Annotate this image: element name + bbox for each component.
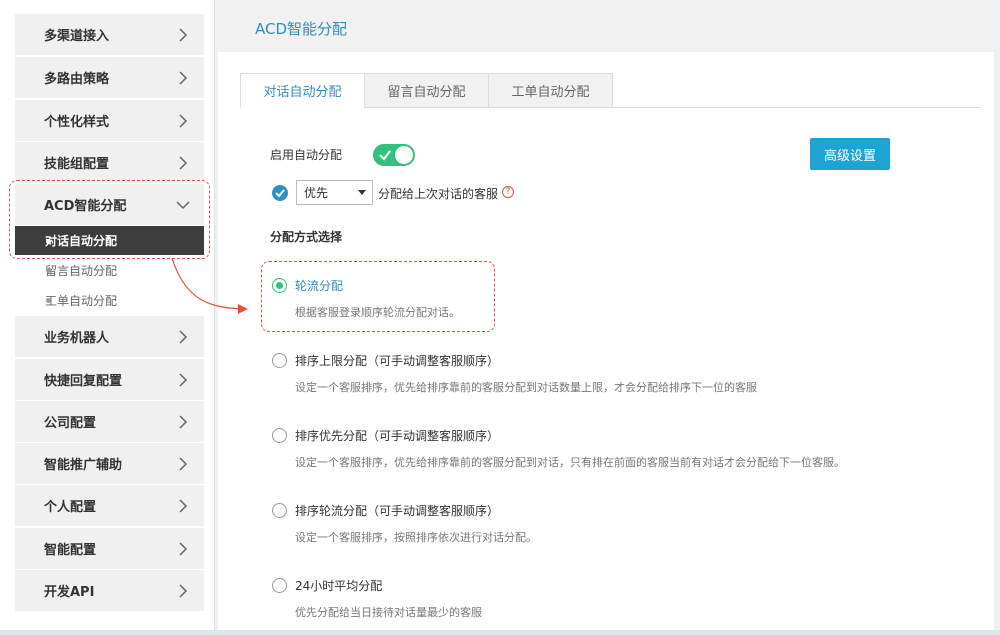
- main-panel: ACD智能分配 对话自动分配 留言自动分配 工单自动分配 启用自动分配 高级设置…: [218, 0, 994, 635]
- option-title: 排序轮流分配（可手动调整客服顺序）: [295, 504, 500, 518]
- option-order-round-robin[interactable]: 排序轮流分配（可手动调整客服顺序） 设定一个客服排序，按照排序依次进行对话分配。: [272, 502, 932, 552]
- chevron-right-icon: [179, 70, 188, 85]
- sidebar-item-bot[interactable]: 业务机器人: [15, 316, 204, 357]
- sidebar-item-label: 公司配置: [44, 416, 97, 431]
- radio[interactable]: [272, 428, 287, 443]
- option-title: 24小时平均分配: [295, 579, 383, 593]
- check-icon: [379, 150, 391, 161]
- tab-message-assign[interactable]: 留言自动分配: [364, 73, 489, 108]
- sidebar-item-promotion[interactable]: 智能推广辅助: [15, 443, 204, 484]
- tab-chat-assign[interactable]: 对话自动分配: [240, 73, 365, 108]
- option-desc: 设定一个客服排序，优先给排序靠前的客服分配到对话，只有排在前面的客服当前有对话才…: [295, 456, 845, 469]
- sidebar-item-label: 快捷回复配置: [44, 374, 123, 389]
- sidebar-item-personal[interactable]: 个人配置: [15, 485, 204, 526]
- prefer-select-value: 优先: [304, 186, 329, 200]
- section-title: 分配方式选择: [270, 230, 343, 244]
- sidebar-item-smart[interactable]: 智能配置: [15, 528, 204, 569]
- option-title: 排序优先分配（可手动调整客服顺序）: [295, 429, 500, 443]
- sidebar-item-label: 多渠道接入: [44, 29, 110, 44]
- radio[interactable]: [272, 503, 287, 518]
- sidebar-item-label: 个人配置: [44, 500, 97, 515]
- advanced-settings-button[interactable]: 高级设置: [810, 138, 890, 170]
- sidebar-item-routing[interactable]: 多路由策略: [15, 57, 204, 98]
- sidebar-item-label: 智能推广辅助: [44, 458, 123, 473]
- toggle-knob: [395, 146, 413, 164]
- option-title: 排序上限分配（可手动调整客服顺序）: [295, 354, 500, 368]
- chevron-right-icon: [179, 329, 188, 344]
- sidebar-item-style[interactable]: 个性化样式: [15, 100, 204, 141]
- option-desc: 根据客服登录顺序轮流分配对话。: [295, 306, 460, 319]
- sidebar-subitem-ticket-assign[interactable]: 工单自动分配: [15, 286, 204, 314]
- chevron-right-icon: [179, 456, 188, 471]
- checkbox-checked-icon[interactable]: [272, 185, 288, 201]
- option-desc: 优先分配给当日接待对话量最少的客服: [295, 606, 482, 619]
- chevron-right-icon: [179, 583, 188, 598]
- chevron-right-icon: [179, 498, 188, 513]
- sidebar-item-label: 多路由策略: [44, 72, 110, 87]
- enable-label: 启用自动分配: [270, 148, 343, 162]
- bullet-icon: [46, 268, 51, 273]
- sidebar-item-company[interactable]: 公司配置: [15, 401, 204, 442]
- option-order-limit[interactable]: 排序上限分配（可手动调整客服顺序） 设定一个客服排序，优先给排序靠前的客服分配到…: [272, 352, 932, 402]
- chevron-right-icon: [179, 541, 188, 556]
- radio[interactable]: [272, 353, 287, 368]
- chevron-right-icon: [179, 372, 188, 387]
- sidebar-item-skill-group[interactable]: 技能组配置: [15, 142, 204, 183]
- bullet-icon: [46, 298, 51, 303]
- sidebar-item-label: 开发API: [44, 585, 95, 600]
- sidebar-subitem-label: 留言自动分配: [45, 263, 118, 278]
- sidebar-item-label: 业务机器人: [44, 331, 110, 346]
- option-round-robin[interactable]: 轮流分配 根据客服登录顺序轮流分配对话。: [272, 277, 932, 327]
- radio[interactable]: [272, 578, 287, 593]
- option-24h-average[interactable]: 24小时平均分配 优先分配给当日接待对话量最少的客服: [272, 577, 932, 627]
- header: ACD智能分配: [218, 0, 994, 52]
- sidebar-item-label: 个性化样式: [44, 115, 110, 130]
- help-icon[interactable]: ?: [502, 186, 514, 198]
- radio-checked[interactable]: [272, 278, 287, 293]
- caret-down-icon: [358, 190, 366, 195]
- prefer-select[interactable]: 优先: [296, 180, 373, 205]
- chevron-right-icon: [179, 414, 188, 429]
- sidebar-subitem-message-assign[interactable]: 留言自动分配: [15, 256, 204, 284]
- sidebar-item-api[interactable]: 开发API: [15, 570, 204, 611]
- chevron-right-icon: [179, 27, 188, 42]
- sidebar-item-multichannel[interactable]: 多渠道接入: [15, 14, 204, 55]
- sidebar-item-label: 技能组配置: [44, 157, 110, 172]
- sidebar-item-quick-reply[interactable]: 快捷回复配置: [15, 359, 204, 400]
- tab-ticket-assign[interactable]: 工单自动分配: [488, 73, 613, 108]
- enable-toggle[interactable]: [373, 144, 415, 166]
- page-title: ACD智能分配: [255, 20, 348, 38]
- chevron-right-icon: [179, 113, 188, 128]
- option-desc: 设定一个客服排序，按照排序依次进行对话分配。: [295, 531, 537, 544]
- option-desc: 设定一个客服排序，优先给排序靠前的客服分配到对话数量上限，才会分配给排序下一位的…: [295, 381, 757, 394]
- option-order-priority[interactable]: 排序优先分配（可手动调整客服顺序） 设定一个客服排序，优先给排序靠前的客服分配到…: [272, 427, 932, 477]
- sidebar-subitem-label: 工单自动分配: [45, 293, 118, 308]
- sidebar-item-label: 智能配置: [44, 543, 97, 558]
- highlight-outline: [9, 180, 210, 259]
- prefer-description: 分配给上次对话的客服: [378, 187, 499, 201]
- chevron-right-icon: [179, 155, 188, 170]
- sidebar: 多渠道接入 多路由策略 个性化样式 技能组配置 ACD智能分配 对话自动分配 留…: [0, 0, 215, 635]
- footer-bar: [0, 630, 1000, 635]
- option-title: 轮流分配: [295, 279, 344, 293]
